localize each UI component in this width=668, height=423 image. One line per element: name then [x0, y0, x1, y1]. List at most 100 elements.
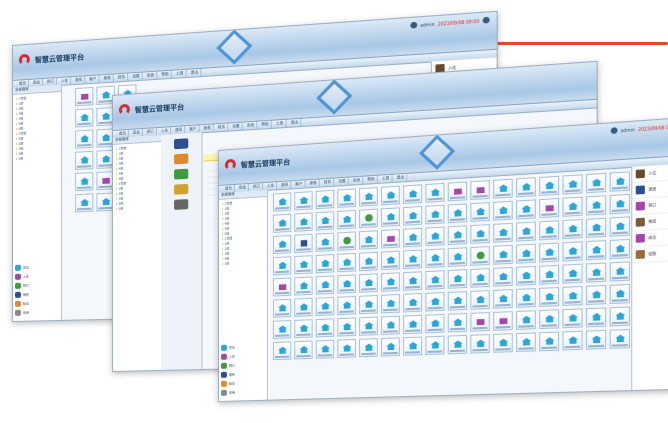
room-tile[interactable]: [516, 177, 536, 197]
room-tile[interactable]: [294, 276, 312, 295]
room-tile[interactable]: [493, 245, 513, 265]
room-tile[interactable]: [403, 337, 422, 356]
room-tile[interactable]: [425, 314, 444, 333]
room-tile[interactable]: [359, 273, 378, 292]
room-tile[interactable]: [516, 222, 536, 242]
room-tile[interactable]: [493, 311, 513, 331]
room-tile[interactable]: [75, 108, 93, 127]
room-tile[interactable]: [359, 252, 378, 271]
room-tile[interactable]: [610, 171, 630, 192]
room-tile[interactable]: [539, 220, 559, 240]
room-tile[interactable]: [610, 216, 630, 236]
power-icon[interactable]: [483, 17, 490, 24]
room-tile[interactable]: [425, 205, 444, 225]
room-tile[interactable]: [337, 253, 356, 272]
room-tile[interactable]: [403, 271, 422, 290]
room-tile[interactable]: [359, 317, 378, 336]
room-tile[interactable]: [448, 203, 467, 223]
room-tile[interactable]: [539, 332, 559, 352]
room-tile[interactable]: [425, 248, 444, 268]
room-tile[interactable]: [273, 235, 291, 254]
room-tile[interactable]: [493, 289, 513, 309]
room-tile[interactable]: [539, 243, 559, 263]
action-item[interactable]: 换房: [632, 212, 668, 232]
room-tile[interactable]: [75, 87, 93, 106]
room-tile[interactable]: [470, 180, 490, 200]
action-item[interactable]: 结账: [632, 244, 668, 263]
room-tile[interactable]: [381, 294, 400, 313]
room-tile[interactable]: [610, 329, 630, 349]
room-tile[interactable]: [337, 274, 356, 293]
room-tile[interactable]: [294, 234, 312, 253]
room-tile[interactable]: [316, 318, 335, 337]
room-tile[interactable]: [493, 267, 513, 287]
room-tile[interactable]: [316, 275, 335, 294]
room-tile[interactable]: [273, 299, 291, 318]
room-tile[interactable]: [470, 202, 490, 222]
room-tile[interactable]: [337, 210, 356, 229]
room-tile[interactable]: [586, 263, 606, 283]
room-tile[interactable]: [316, 340, 335, 359]
room-tile[interactable]: [470, 334, 490, 354]
room-tile[interactable]: [493, 201, 513, 221]
user-icon[interactable]: [410, 22, 417, 29]
room-tile[interactable]: [381, 186, 400, 206]
room-tile[interactable]: [516, 310, 536, 330]
action-item[interactable]: 退房: [632, 179, 668, 199]
room-tile[interactable]: [316, 297, 335, 316]
room-tile[interactable]: [273, 214, 291, 233]
room-tile[interactable]: [316, 233, 335, 252]
room-tile[interactable]: [562, 174, 582, 194]
room-tile[interactable]: [470, 312, 490, 332]
room-tile[interactable]: [516, 266, 536, 286]
room-tile[interactable]: [493, 223, 513, 243]
room-tile[interactable]: [562, 286, 582, 306]
room-tile[interactable]: [273, 256, 291, 275]
room-tile[interactable]: [294, 319, 312, 338]
room-tile[interactable]: [294, 298, 312, 317]
room-tile[interactable]: [294, 191, 312, 210]
room-tile[interactable]: [562, 331, 582, 351]
room-tile[interactable]: [516, 244, 536, 264]
room-tile[interactable]: [493, 333, 513, 353]
room-tile[interactable]: [586, 173, 606, 193]
room-tile[interactable]: [273, 278, 291, 297]
room-tile[interactable]: [448, 269, 467, 289]
room-tile[interactable]: [448, 181, 467, 201]
room-tile[interactable]: [381, 251, 400, 270]
room-tile[interactable]: [337, 188, 356, 208]
room-tile[interactable]: [586, 330, 606, 350]
room-tile[interactable]: [294, 212, 312, 231]
room-tile[interactable]: [403, 228, 422, 248]
room-tile[interactable]: [403, 184, 422, 204]
room-tile[interactable]: [359, 187, 378, 207]
room-tile[interactable]: [610, 306, 630, 326]
room-tile[interactable]: [539, 309, 559, 329]
room-tile[interactable]: [586, 240, 606, 260]
room-tile[interactable]: [448, 313, 467, 333]
room-tile[interactable]: [381, 316, 400, 335]
room-tile[interactable]: [381, 337, 400, 356]
room-tile[interactable]: [470, 290, 490, 310]
room-tile[interactable]: [610, 284, 630, 304]
action-item[interactable]: 预订: [632, 195, 668, 215]
room-tile[interactable]: [381, 229, 400, 249]
tree-node[interactable]: 5层: [222, 260, 264, 267]
room-tile[interactable]: [403, 315, 422, 334]
module-icon[interactable]: [174, 138, 188, 149]
room-tile[interactable]: [403, 206, 422, 226]
tree-node[interactable]: 5层: [16, 155, 58, 162]
module-icon[interactable]: [174, 153, 188, 164]
room-tile[interactable]: [562, 308, 582, 328]
room-tile[interactable]: [75, 172, 93, 191]
room-tile[interactable]: [610, 194, 630, 214]
room-tile[interactable]: [516, 288, 536, 308]
room-tile[interactable]: [493, 179, 513, 199]
room-tile[interactable]: [337, 339, 356, 358]
room-tile[interactable]: [470, 246, 490, 266]
room-tile[interactable]: [448, 291, 467, 311]
room-tile[interactable]: [273, 341, 291, 360]
room-tile[interactable]: [586, 218, 606, 238]
room-tile[interactable]: [562, 241, 582, 261]
room-tile[interactable]: [75, 193, 93, 212]
